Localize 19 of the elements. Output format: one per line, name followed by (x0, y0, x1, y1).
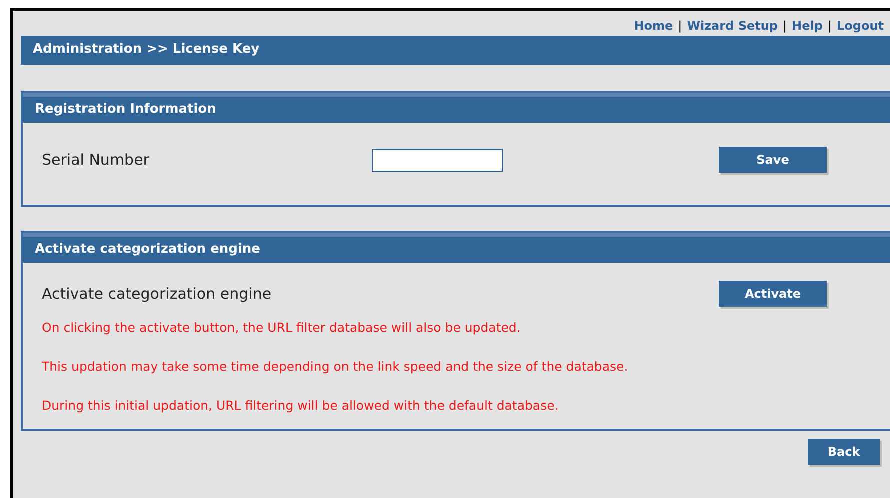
warning-text: On clicking the activate button, the URL filter database will also be updated. (42, 319, 522, 337)
separator: | (782, 18, 788, 35)
field-label: Serial Number (42, 150, 150, 171)
warning-text: This updation may take some time depending on the link speed and the size of the database. (42, 358, 630, 376)
field-label: Activate categorization engine (42, 284, 273, 305)
activate-button[interactable]: Activate (719, 281, 827, 307)
panel-title: Registration Information (35, 102, 216, 117)
nav-link[interactable]: Home (634, 17, 674, 36)
back-button[interactable]: Back (808, 439, 880, 466)
nav-link[interactable]: Logout (836, 17, 884, 36)
separator: | (826, 18, 833, 35)
separator: | (677, 18, 684, 35)
nav-link[interactable]: Wizard Setup (687, 17, 778, 36)
warning-text: During this initial updation, URL filtering will be allowed with the default database. (42, 396, 560, 415)
breadcrumb: Administration >> License Key (33, 42, 260, 57)
save-button[interactable]: Save (719, 147, 827, 173)
serial-number-field[interactable] (372, 148, 503, 172)
panel-title: Activate categorization engine (35, 242, 260, 257)
nav-link[interactable]: Help (792, 17, 823, 36)
